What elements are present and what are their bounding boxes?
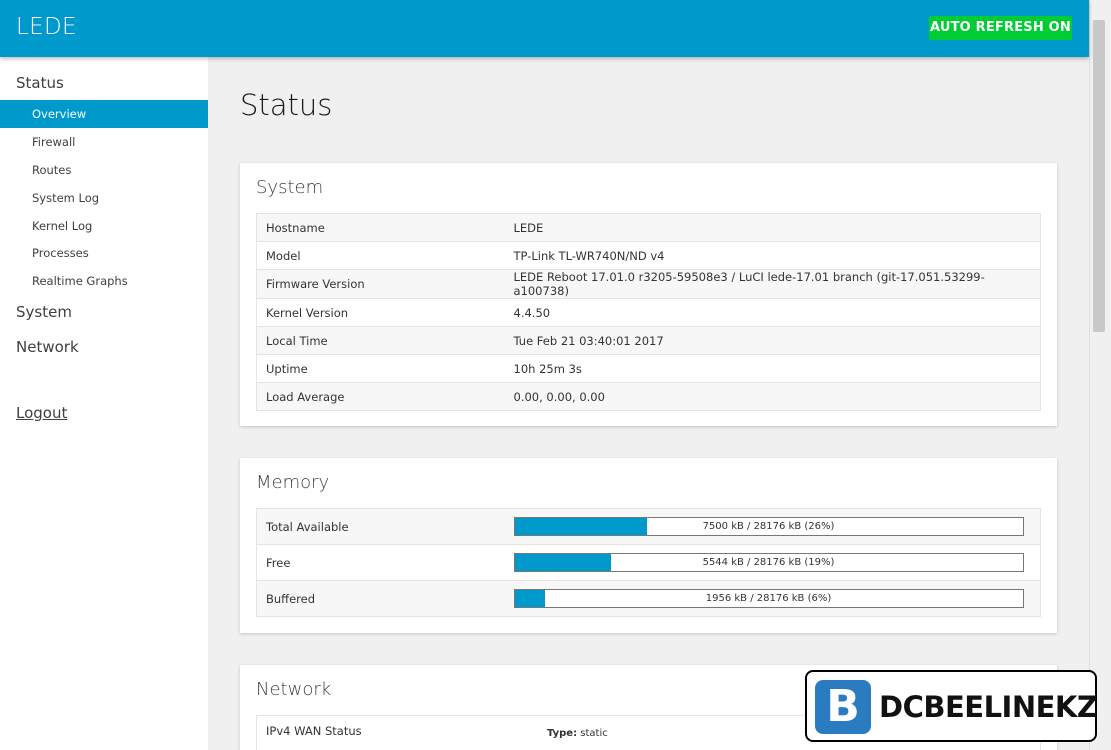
row-label: Total Available: [256, 508, 514, 545]
row-value: 7500 kB / 28176 kB (26%): [513, 508, 1041, 545]
sidebar-item-processes[interactable]: Processes: [0, 239, 208, 267]
row-value: 1956 kB / 28176 kB (6%): [513, 580, 1041, 617]
brand-logo[interactable]: LEDE: [16, 14, 77, 40]
memory-panel-title: Memory: [256, 472, 330, 493]
sidebar-item-routes[interactable]: Routes: [0, 156, 208, 184]
system-info-table: Hostname LEDE Model TP-Link TL-WR740N/ND…: [256, 213, 1041, 411]
table-row: Buffered 1956 kB / 28176 kB (6%): [256, 580, 1041, 617]
sidebar-item-system-log[interactable]: System Log: [0, 184, 208, 212]
logout-link[interactable]: Logout: [16, 404, 67, 422]
table-row: Hostname LEDE: [256, 213, 1041, 242]
row-label: Load Average: [256, 382, 514, 411]
table-row: Total Available 7500 kB / 28176 kB (26%): [256, 508, 1041, 545]
row-label: Kernel Version: [256, 298, 514, 327]
table-row: Model TP-Link TL-WR740N/ND v4: [256, 241, 1041, 270]
scrollbar-thumb[interactable]: [1093, 20, 1105, 332]
row-value: TP-Link TL-WR740N/ND v4: [513, 241, 1041, 270]
row-value: 0.00, 0.00, 0.00: [513, 382, 1041, 411]
memory-progress-bar: 1956 kB / 28176 kB (6%): [513, 589, 1024, 608]
nav-category-status[interactable]: Status: [16, 74, 64, 92]
table-row: Kernel Version 4.4.50: [256, 298, 1041, 327]
nav-category-system[interactable]: System: [16, 303, 72, 321]
memory-table: Total Available 7500 kB / 28176 kB (26%)…: [256, 508, 1041, 617]
header-bar: LEDE AUTO REFRESH ON: [0, 0, 1089, 57]
sidebar-item-overview[interactable]: Overview: [0, 100, 208, 128]
row-value: Tue Feb 21 03:40:01 2017: [513, 326, 1041, 355]
row-label: IPv4 WAN Status: [256, 715, 514, 750]
wan-type-label: Type:: [547, 728, 578, 739]
row-label: Firmware Version: [256, 269, 514, 299]
sidebar: Status Overview Firewall Routes System L…: [0, 57, 208, 750]
system-panel: System Hostname LEDE Model TP-Link TL-WR…: [240, 163, 1057, 426]
row-label: Free: [256, 544, 514, 581]
row-label: Local Time: [256, 326, 514, 355]
wan-type: Type: static: [547, 728, 608, 739]
memory-panel: Memory Total Available 7500 kB / 28176 k…: [240, 458, 1057, 633]
table-row: Firmware Version LEDE Reboot 17.01.0 r32…: [256, 269, 1041, 299]
watermark-logo: B DCBEELINEKZ: [805, 670, 1098, 742]
network-panel-title: Network: [256, 679, 332, 700]
sidebar-item-realtime-graphs[interactable]: Realtime Graphs: [0, 267, 208, 295]
watermark-b-icon: B: [815, 680, 871, 734]
row-label: Buffered: [256, 580, 514, 617]
memory-progress-bar: 5544 kB / 28176 kB (19%): [513, 553, 1024, 572]
row-value: 10h 25m 3s: [513, 354, 1041, 383]
progress-text: 1956 kB / 28176 kB (6%): [705, 593, 832, 604]
sidebar-item-firewall[interactable]: Firewall: [0, 128, 208, 156]
row-value: LEDE Reboot 17.01.0 r3205-59508e3 / LuCI…: [513, 269, 1041, 299]
watermark-text: DCBEELINEKZ: [879, 690, 1098, 724]
sidebar-item-kernel-log[interactable]: Kernel Log: [0, 212, 208, 240]
row-label: Model: [256, 241, 514, 270]
nav-category-network[interactable]: Network: [16, 338, 79, 356]
auto-refresh-toggle[interactable]: AUTO REFRESH ON: [929, 16, 1072, 40]
table-row: Local Time Tue Feb 21 03:40:01 2017: [256, 326, 1041, 355]
row-value: LEDE: [513, 213, 1041, 242]
table-row: Uptime 10h 25m 3s: [256, 354, 1041, 383]
memory-progress-bar: 7500 kB / 28176 kB (26%): [513, 517, 1024, 536]
row-label: Uptime: [256, 354, 514, 383]
table-row: Free 5544 kB / 28176 kB (19%): [256, 544, 1041, 581]
row-label: Hostname: [256, 213, 514, 242]
wan-type-value: static: [580, 728, 608, 739]
progress-text: 7500 kB / 28176 kB (26%): [702, 521, 835, 532]
row-value: 5544 kB / 28176 kB (19%): [513, 544, 1041, 581]
table-row: Load Average 0.00, 0.00, 0.00: [256, 382, 1041, 411]
progress-text: 5544 kB / 28176 kB (19%): [702, 557, 835, 568]
main-content: Status System Hostname LEDE Model TP-Lin…: [208, 57, 1089, 750]
system-panel-title: System: [256, 177, 324, 198]
row-value: 4.4.50: [513, 298, 1041, 327]
page-title: Status: [240, 88, 333, 122]
